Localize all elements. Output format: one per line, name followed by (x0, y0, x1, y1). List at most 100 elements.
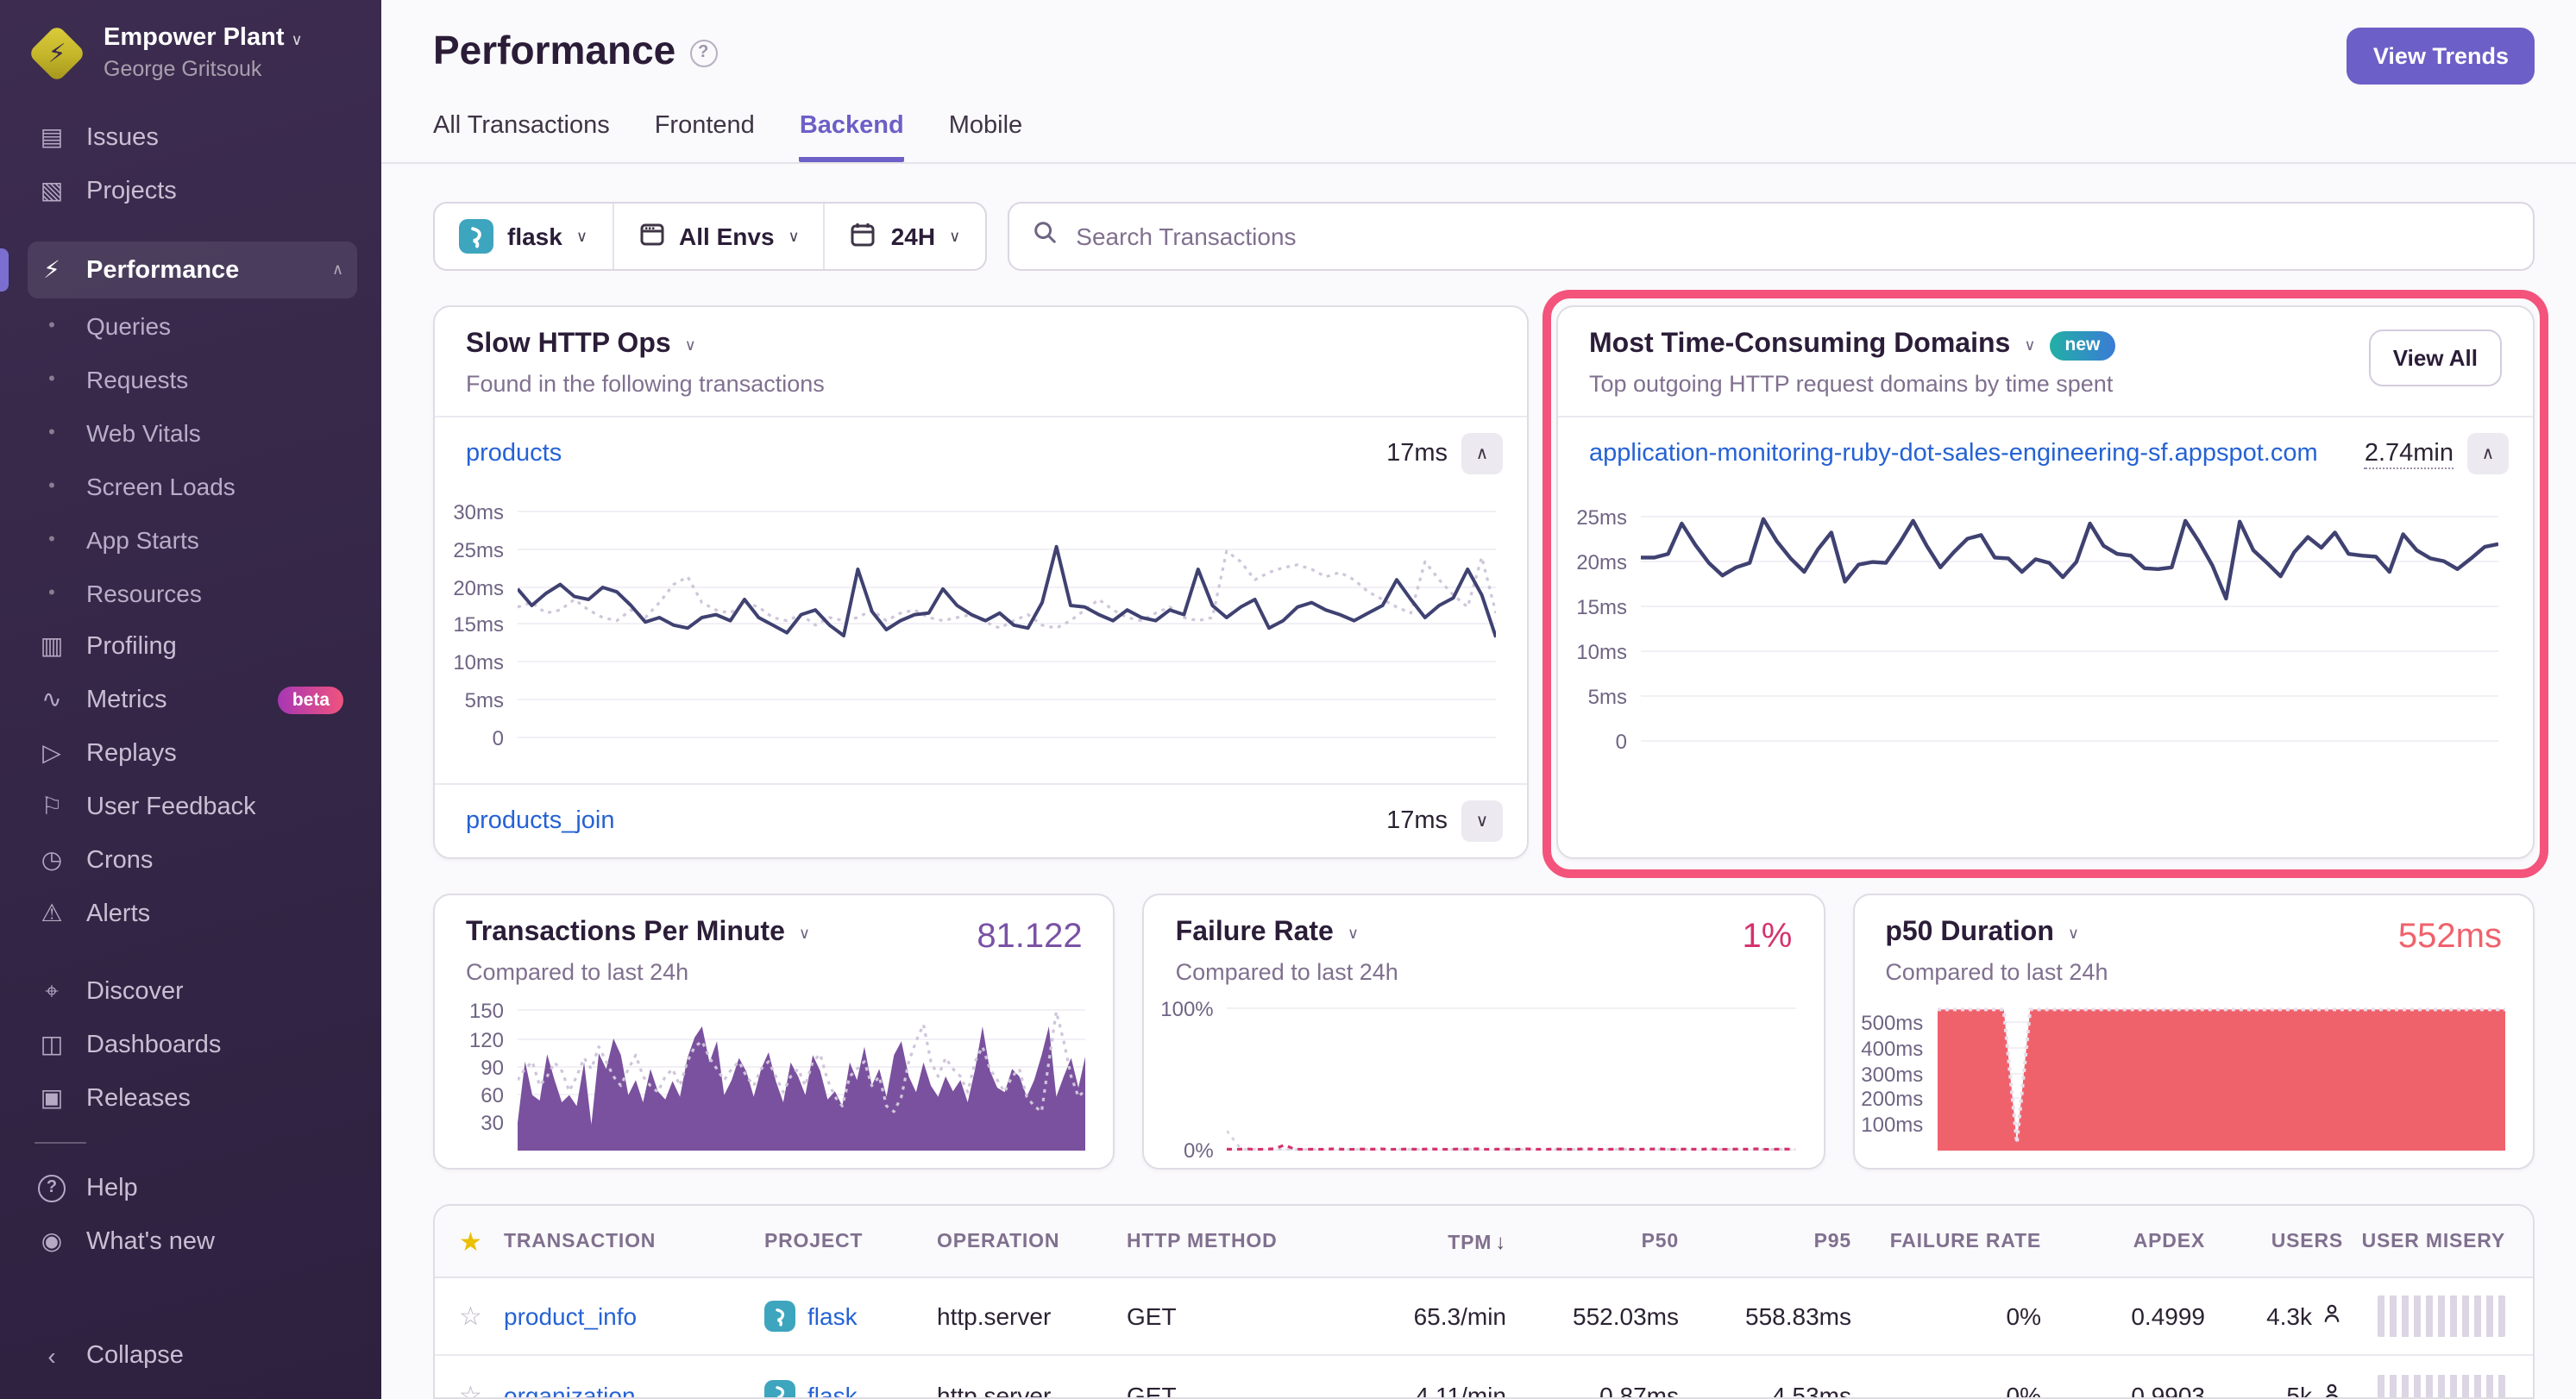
failure-rate-chart[interactable]: 100%0% (1148, 1002, 1796, 1151)
col-tpm[interactable]: TPM↓ (1325, 1229, 1506, 1253)
col-operation[interactable]: OPERATION (937, 1231, 1127, 1252)
sidebar-item-projects[interactable]: ▧ Projects (28, 164, 357, 217)
sidebar-item-metrics[interactable]: ∿ Metrics beta (28, 673, 357, 726)
col-users[interactable]: USERS (2205, 1231, 2343, 1252)
sidebar-item-releases[interactable]: ▣ Releases (28, 1071, 357, 1125)
axis-tick-label: 500ms (1861, 1011, 1923, 1035)
sidebar-item-web-vitals[interactable]: • Web Vitals (28, 405, 357, 459)
view-trends-button[interactable]: View Trends (2347, 28, 2535, 85)
kpi-row: Transactions Per Minute ∨ Compared to la… (433, 894, 2535, 1170)
expand-row-button[interactable]: ∨ (1461, 800, 1503, 842)
view-all-button[interactable]: View All (2369, 329, 2502, 386)
page-title: Performance (433, 28, 675, 74)
tab-backend[interactable]: Backend (800, 112, 904, 162)
axis-tick-label: 60 (481, 1083, 504, 1107)
environment-filter[interactable]: All Envs ∨ (612, 204, 824, 269)
project-filter[interactable]: flask ∨ (435, 204, 612, 269)
col-user-misery[interactable]: USER MISERY (2343, 1231, 2533, 1252)
col-p95[interactable]: P95 (1679, 1231, 1851, 1252)
sidebar-item-profiling[interactable]: ▥ Profiling (28, 619, 357, 673)
chart-plot[interactable] (1937, 1002, 2505, 1151)
bullet-icon: • (35, 475, 69, 496)
col-p50[interactable]: P50 (1506, 1231, 1679, 1252)
slow-http-ops-title[interactable]: Slow HTTP Ops (466, 329, 671, 361)
star-icon[interactable]: ☆ (435, 1379, 504, 1399)
star-icon[interactable]: ☆ (435, 1301, 504, 1332)
widget-row: Slow HTTP Ops ∨ Found in the following t… (433, 305, 2535, 859)
transaction-link[interactable]: organization (504, 1381, 764, 1399)
sidebar-item-screen-loads[interactable]: • Screen Loads (28, 459, 357, 512)
failure-rate-title[interactable]: Failure Rate (1176, 918, 1334, 949)
sidebar-item-user-feedback[interactable]: ⚐ User Feedback (28, 780, 357, 833)
col-http-method[interactable]: HTTP METHOD (1127, 1231, 1325, 1252)
sidebar-item-what-s-new[interactable]: ◉ What's new (28, 1214, 357, 1268)
tpm-title[interactable]: Transactions Per Minute (466, 918, 785, 949)
table-row: ☆ product_info flask http.server GET 65.… (435, 1278, 2533, 1356)
sidebar-nav: ▤ Issues ▧ Projects ⚡ Performance ∧ • Qu… (28, 110, 357, 1328)
bullet-icon: • (35, 422, 69, 442)
tpm-cell: 4.11/min (1325, 1381, 1506, 1399)
search-input[interactable] (1072, 221, 2510, 252)
calendar-icon (850, 220, 877, 253)
sidebar-item-requests[interactable]: • Requests (28, 352, 357, 405)
star-icon[interactable]: ★ (435, 1226, 504, 1257)
tpm-cell: 65.3/min (1325, 1302, 1506, 1330)
domains-chart[interactable]: 25ms20ms15ms10ms5ms0 (1561, 500, 2498, 742)
search-box (1007, 202, 2535, 271)
sidebar-item-queries[interactable]: • Queries (28, 298, 357, 352)
filter-group: flask ∨ All Envs ∨ 24H (433, 202, 986, 271)
project-link[interactable]: flask (807, 1381, 858, 1399)
performance-icon: ⚡ (35, 255, 69, 285)
metrics-icon: ∿ (35, 685, 69, 714)
collapse-row-button[interactable]: ∧ (1461, 433, 1503, 474)
org-switcher[interactable]: ⚡ Empower Plant∨ George Gritsouk (28, 24, 357, 83)
chevron-left-icon: ‹ (35, 1341, 69, 1369)
chart-plot[interactable] (518, 1002, 1086, 1151)
sidebar-item-discover[interactable]: ⌖ Discover (28, 964, 357, 1018)
domain-link[interactable]: application-monitoring-ruby-dot-sales-en… (1589, 440, 2318, 467)
tab-mobile[interactable]: Mobile (949, 112, 1022, 162)
domains-title[interactable]: Most Time-Consuming Domains (1589, 329, 2010, 361)
transaction-link[interactable]: products_join (466, 807, 615, 835)
sidebar-item-issues[interactable]: ▤ Issues (28, 110, 357, 164)
sidebar-item-dashboards[interactable]: ◫ Dashboards (28, 1018, 357, 1071)
sidebar-item-crons[interactable]: ◷ Crons (28, 833, 357, 887)
tpm-chart[interactable]: 150120906030 (438, 1002, 1086, 1151)
sidebar-item-app-starts[interactable]: • App Starts (28, 512, 357, 566)
date-range-filter[interactable]: 24H ∨ (824, 204, 985, 269)
p50-title[interactable]: p50 Duration (1885, 918, 2054, 949)
col-transaction[interactable]: TRANSACTION (504, 1231, 764, 1252)
col-project[interactable]: PROJECT (764, 1231, 937, 1252)
y-axis: 500ms400ms300ms200ms100ms (1857, 1002, 1937, 1151)
tab-all-transactions[interactable]: All Transactions (433, 112, 610, 162)
failure-rate-card: Failure Rate ∨ Compared to last 24h 1% 1… (1143, 894, 1825, 1170)
chart-plot[interactable] (518, 497, 1496, 738)
user-icon (2321, 1381, 2343, 1399)
col-failure-rate[interactable]: FAILURE RATE (1851, 1231, 2041, 1252)
project-link[interactable]: flask (807, 1302, 858, 1330)
chart-plot[interactable] (1641, 500, 2498, 742)
sidebar-item-replays[interactable]: ▷ Replays (28, 726, 357, 780)
operation-cell: http.server (937, 1381, 1127, 1399)
slow-http-chart[interactable]: 30ms25ms20ms15ms10ms5ms0 (438, 497, 1496, 738)
sidebar-item-alerts[interactable]: ⚠ Alerts (28, 887, 357, 940)
sidebar-item-performance[interactable]: ⚡ Performance ∧ (28, 242, 357, 298)
transaction-link[interactable]: products (466, 440, 562, 467)
chart-plot[interactable] (1228, 1002, 1796, 1151)
sidebar-item-resources[interactable]: • Resources (28, 566, 357, 619)
axis-tick-label: 5ms (465, 688, 504, 712)
help-icon[interactable]: ? (689, 40, 717, 67)
bullet-icon: • (35, 529, 69, 549)
p50-chart[interactable]: 500ms400ms300ms200ms100ms (1857, 1002, 2505, 1151)
collapse-row-button[interactable]: ∧ (2467, 433, 2509, 474)
chevron-down-icon: ∨ (2024, 336, 2035, 354)
bullet-icon: • (35, 582, 69, 603)
chevron-down-icon: ∨ (1348, 924, 1359, 943)
table-header-row: ★ TRANSACTION PROJECT OPERATION HTTP MET… (435, 1206, 2533, 1278)
sidebar-item-help[interactable]: ? Help (28, 1161, 357, 1214)
tab-frontend[interactable]: Frontend (655, 112, 755, 162)
sidebar-collapse[interactable]: ‹ Collapse (28, 1328, 357, 1382)
col-apdex[interactable]: APDEX (2041, 1231, 2205, 1252)
p95-cell: 4.53ms (1679, 1381, 1851, 1399)
transaction-link[interactable]: product_info (504, 1302, 764, 1330)
